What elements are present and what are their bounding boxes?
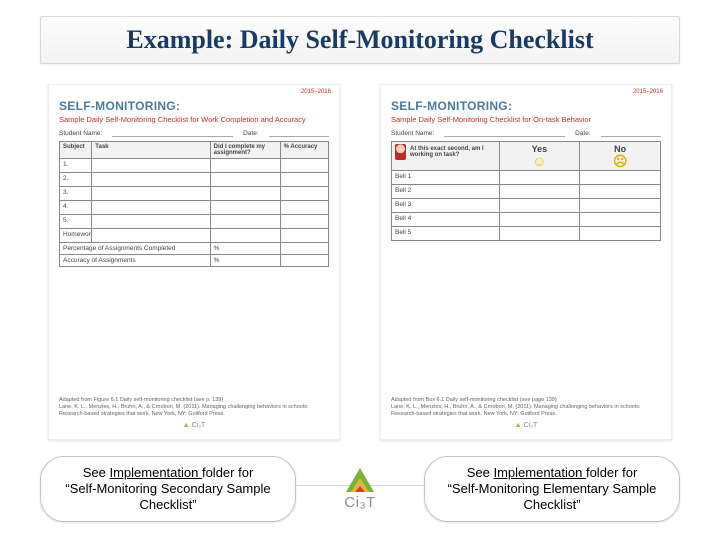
document-previews: 2015–2016 SELF-MONITORING: Sample Daily … — [48, 84, 672, 440]
ci3t-mini-logo: ▲ Ci₃T — [59, 422, 329, 429]
student-name-row: Student Name: Date: — [59, 130, 329, 137]
doc-elementary-checklist: 2015–2016 SELF-MONITORING: Sample Daily … — [380, 84, 672, 440]
name-label: Student Name: — [391, 130, 434, 137]
triangle-icon: ▲ — [515, 422, 522, 429]
doc-secondary-checklist: 2015–2016 SELF-MONITORING: Sample Daily … — [48, 84, 340, 440]
table-row: Bell 1 — [392, 171, 661, 185]
page-title: Example: Daily Self-Monitoring Checklist — [126, 25, 593, 55]
table-row: 3. — [60, 187, 329, 201]
name-blank — [112, 130, 233, 137]
name-label: Student Name: — [59, 130, 102, 137]
implementation-link[interactable]: Implementation — [109, 465, 202, 480]
doc-year: 2015–2016 — [301, 89, 331, 95]
ci3t-logo: Ci₃T — [320, 468, 400, 511]
table-row: 2. — [60, 173, 329, 187]
doc-heading: SELF-MONITORING: — [59, 99, 329, 113]
table-row: Bell 3 — [392, 199, 661, 213]
smile-icon: ☺ — [503, 154, 577, 168]
triangle-icon — [346, 468, 374, 492]
doc-subtitle: Sample Daily Self-Monitoring Checklist f… — [391, 115, 661, 124]
prompt-header: At this exact second, am I working on ta… — [392, 142, 500, 171]
doc-subtitle: Sample Daily Self-Monitoring Checklist f… — [59, 115, 329, 124]
name-blank — [444, 130, 565, 137]
completion-table: Subject Task Did I complete my assignmen… — [59, 141, 329, 267]
ci3t-mini-logo: ▲ Ci₃T — [391, 422, 661, 429]
triangle-icon: ▲ — [183, 422, 190, 429]
table-row: Homework — [60, 229, 329, 243]
date-blank — [269, 130, 329, 137]
no-header: No ☹ — [580, 142, 661, 171]
doc-heading: SELF-MONITORING: — [391, 99, 661, 113]
table-row: Bell 2 — [392, 185, 661, 199]
table-row: 1. — [60, 159, 329, 173]
table-row: 5. — [60, 215, 329, 229]
doc-year: 2015–2016 — [633, 89, 663, 95]
yes-header: Yes ☺ — [499, 142, 580, 171]
title-bar: Example: Daily Self-Monitoring Checklist — [40, 16, 680, 64]
child-icon — [395, 144, 406, 160]
date-label: Date: — [243, 130, 259, 137]
brand-text: Ci₃T — [344, 494, 375, 511]
table-row: Bell 4 — [392, 213, 661, 227]
implementation-link[interactable]: Implementation — [493, 465, 586, 480]
student-name-row: Student Name: Date: — [391, 130, 661, 137]
col-accuracy: % Accuracy — [280, 142, 328, 159]
pct-completed-row: Percentage of Assignments Completed% — [60, 243, 329, 255]
callout-elementary: See Implementation folder for “Self-Moni… — [424, 456, 680, 523]
doc-credit: Adapted from Figure 6.1 Daily self-monit… — [59, 397, 329, 418]
bottom-row: See Implementation folder for “Self-Moni… — [40, 452, 680, 526]
col-subject: Subject — [60, 142, 92, 159]
accuracy-row: Accuracy of Assignments% — [60, 255, 329, 267]
frown-icon: ☹ — [583, 154, 657, 168]
table-row: 4. — [60, 201, 329, 215]
table-row: Bell 5 — [392, 227, 661, 241]
col-task: Task — [92, 142, 210, 159]
date-label: Date: — [575, 130, 591, 137]
doc-credit: Adapted from Box 6.1 Daily self-monitori… — [391, 397, 661, 418]
ontask-table: At this exact second, am I working on ta… — [391, 141, 661, 241]
col-completed: Did I complete my assignment? — [210, 142, 280, 159]
callout-secondary: See Implementation folder for “Self-Moni… — [40, 456, 296, 523]
date-blank — [601, 130, 661, 137]
